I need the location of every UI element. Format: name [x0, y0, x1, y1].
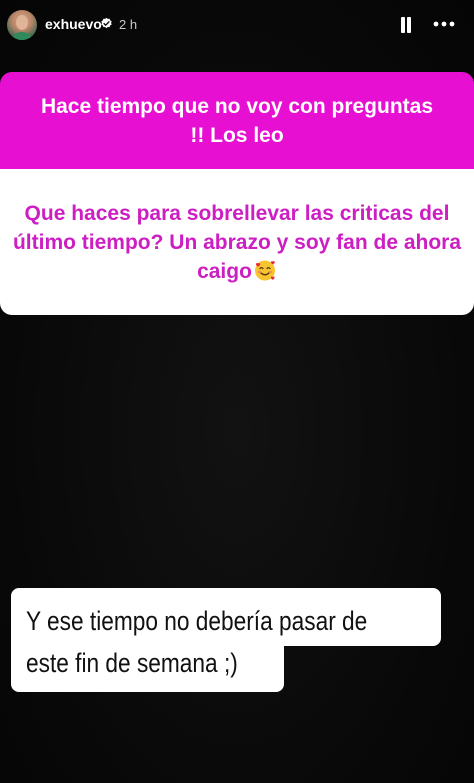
smiling-face-with-hearts-icon	[254, 260, 275, 281]
story-view[interactable]: exhuevo 2 h Hace tiempo que no voy con p…	[0, 0, 474, 783]
question-response-text: Que haces para sobrellevar las criticas …	[12, 202, 462, 283]
question-response-box: Que haces para sobrellevar las criticas …	[0, 169, 474, 315]
answer-line-2: este fin de semana ;)	[26, 648, 238, 678]
more-options-icon[interactable]	[432, 12, 456, 36]
username[interactable]: exhuevo	[45, 16, 102, 32]
avatar-shirt	[13, 32, 31, 40]
avatar-face	[16, 15, 28, 30]
story-header: exhuevo 2 h	[0, 0, 474, 52]
question-sticker: Hace tiempo que no voy con preguntas !! …	[0, 72, 474, 315]
answer-line-1: Y ese tiempo no debería pasar de	[26, 606, 368, 636]
answer-text: Y ese tiempo no debería pasar de este fi…	[26, 600, 379, 684]
pause-icon[interactable]	[400, 17, 412, 33]
post-time: 2 h	[119, 17, 138, 32]
question-prompt: Hace tiempo que no voy con preguntas !! …	[0, 72, 474, 169]
answer-text-sticker: Y ese tiempo no debería pasar de este fi…	[11, 588, 441, 692]
avatar[interactable]	[7, 10, 37, 40]
verified-badge-icon	[101, 17, 112, 29]
